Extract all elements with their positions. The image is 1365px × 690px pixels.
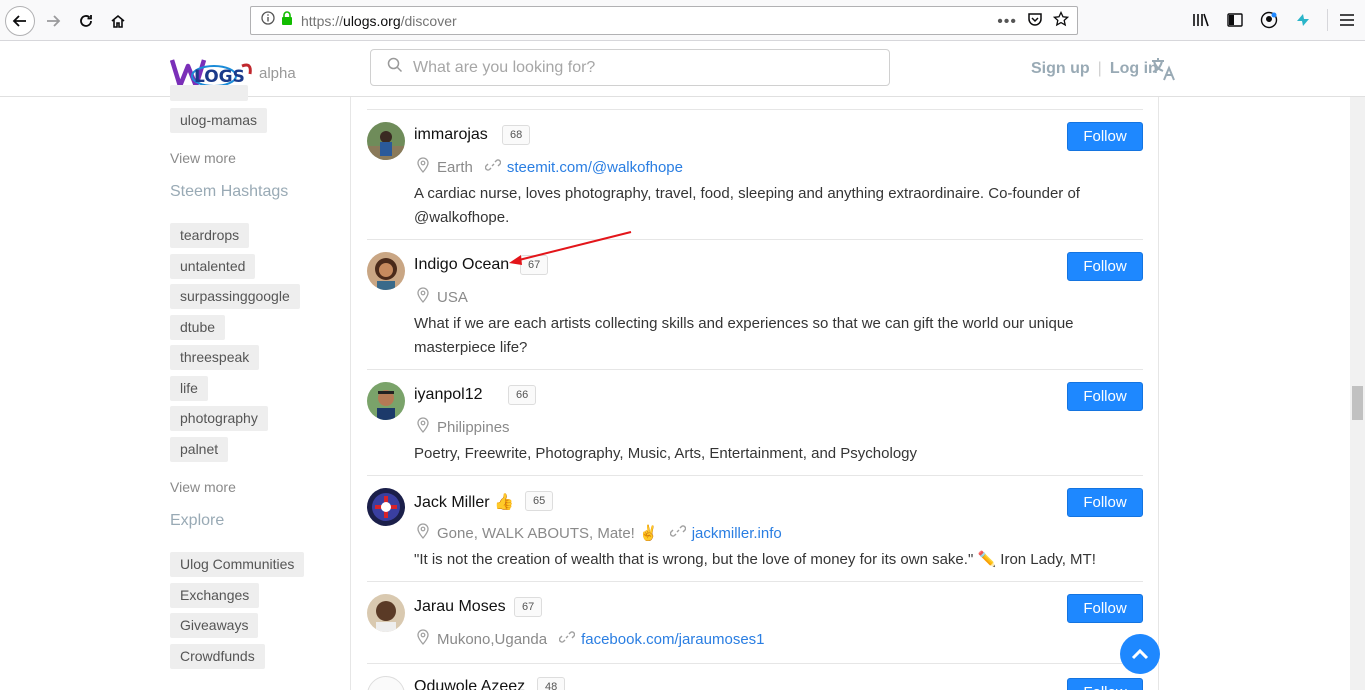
home-icon — [111, 14, 125, 28]
forward-button[interactable] — [38, 6, 68, 36]
menu-icon[interactable] — [1327, 9, 1355, 31]
view-more-link[interactable]: View more — [170, 479, 236, 495]
scrollbar-thumb[interactable] — [1352, 386, 1363, 420]
view-more-link[interactable]: View more — [170, 150, 236, 166]
hashtag-teardrops[interactable]: teardrops — [170, 223, 250, 248]
library-icon[interactable] — [1191, 9, 1211, 31]
hashtag-untalented[interactable]: untalented — [170, 254, 256, 279]
lock-icon — [281, 11, 293, 30]
signup-link[interactable]: Sign up — [1031, 60, 1090, 78]
sidebar-toggle-icon[interactable] — [1225, 9, 1245, 31]
hashtag-life[interactable]: life — [170, 376, 208, 401]
explore-heading: Explore — [170, 512, 225, 529]
reload-button[interactable] — [71, 6, 101, 36]
back-button[interactable] — [5, 6, 35, 36]
tag-ulog-mamas[interactable]: ulog-mamas — [170, 108, 268, 133]
page-scrollbar[interactable] — [1350, 97, 1365, 690]
annotation-arrow — [509, 231, 632, 265]
hashtag-photography[interactable]: photography — [170, 406, 268, 431]
hashtag-surpassinggoogle[interactable]: surpassinggoogle — [170, 284, 300, 309]
bookmark-star-icon[interactable] — [1052, 10, 1070, 32]
search-icon — [387, 57, 403, 78]
search-input[interactable] — [413, 58, 873, 77]
steem-hashtags-heading: Steem Hashtags — [170, 183, 289, 200]
account-icon[interactable] — [1259, 9, 1279, 31]
reload-icon — [80, 15, 92, 27]
tag-partial[interactable] — [170, 85, 248, 101]
more-icon[interactable]: ••• — [997, 13, 1017, 31]
info-icon[interactable] — [261, 11, 275, 30]
auth-links: Sign up | Log in — [1031, 60, 1158, 78]
translate-icon[interactable] — [1150, 56, 1176, 87]
auth-separator: | — [1097, 60, 1102, 77]
logo-alpha: alpha — [259, 65, 296, 82]
svg-text:LOGS: LOGS — [194, 67, 245, 87]
explore-exchanges[interactable]: Exchanges — [170, 583, 260, 608]
url-text: https://ulogs.org/discover — [301, 12, 457, 29]
browser-toolbar: https://ulogs.org/discover ••• — [0, 0, 1365, 41]
arrow-left-icon — [12, 15, 26, 27]
home-button[interactable] — [103, 6, 133, 36]
explore-ulog-communities[interactable]: Ulog Communities — [170, 552, 305, 577]
hashtag-threespeak[interactable]: threespeak — [170, 345, 260, 370]
hashtag-palnet[interactable]: palnet — [170, 437, 229, 462]
explore-crowdfunds[interactable]: Crowdfunds — [170, 644, 265, 669]
chevron-up-icon — [1131, 648, 1149, 660]
hashtag-dtube[interactable]: dtube — [170, 315, 226, 340]
pocket-icon[interactable] — [1027, 11, 1043, 32]
discover-feed: immarojas 68 Earth steemit.com/@walkofho… — [350, 97, 1159, 690]
address-bar[interactable]: https://ulogs.org/discover ••• — [250, 6, 1078, 35]
extension-icon[interactable] — [1293, 9, 1313, 31]
explore-giveaways[interactable]: Giveaways — [170, 613, 259, 638]
search-box[interactable] — [370, 49, 890, 86]
arrow-right-icon — [47, 15, 61, 27]
scroll-to-top-button[interactable] — [1120, 634, 1160, 674]
